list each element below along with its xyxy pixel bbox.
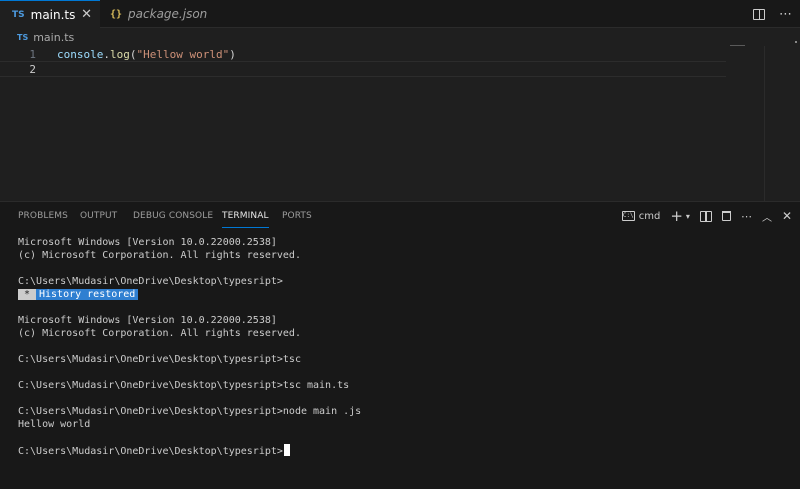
editor-scrollbar[interactable] (764, 46, 765, 201)
terminal-line: (c) Microsoft Corporation. All rights re… (18, 328, 301, 339)
tab-terminal[interactable]: TERMINAL (222, 202, 269, 230)
panel-actions: C:\ cmd + ▾ ⋯ ︿ ✕ (621, 202, 792, 230)
editor-actions: ⋯ (753, 0, 792, 28)
split-icon[interactable] (699, 210, 712, 222)
minimap[interactable] (730, 45, 745, 46)
code-line-current: 2 (0, 61, 726, 77)
terminal-line: C:\Users\Mudasir\OneDrive\Desktop\typesr… (18, 276, 283, 287)
history-restored-badge: * History restored (18, 289, 139, 300)
tab-package-json[interactable]: {} package.json (100, 0, 210, 28)
terminal-line: Hellow world (18, 419, 91, 430)
terminal-line: C:\Users\Mudasir\OneDrive\Desktop\typesr… (18, 380, 350, 391)
trash-icon[interactable] (721, 211, 731, 221)
terminal-output[interactable]: Microsoft Windows [Version 10.0.22000.25… (18, 236, 788, 486)
split-editor-icon[interactable] (753, 8, 765, 20)
typescript-file-icon: TS (17, 32, 29, 42)
code-text: console.log("Hellow world") (57, 48, 236, 61)
line-number: 1 (29, 47, 36, 61)
restored-star: * (18, 289, 36, 300)
terminal-line: Microsoft Windows [Version 10.0.22000.25… (18, 237, 277, 248)
editor-tab-bar: TS main.ts ✕ {} package.json ⋯ (0, 0, 800, 28)
terminal-icon[interactable]: C:\ (621, 211, 635, 221)
terminal-cursor (283, 444, 290, 456)
ellipsis-icon[interactable]: ⋯ (779, 7, 792, 22)
chevron-down-icon[interactable]: ▾ (686, 212, 690, 221)
close-icon[interactable]: ✕ (81, 7, 92, 22)
terminal-line: (c) Microsoft Corporation. All rights re… (18, 250, 301, 261)
terminal-prompt: C:\Users\Mudasir\OneDrive\Desktop\typesr… (18, 446, 283, 457)
code-token-paren-close: ) (229, 47, 236, 61)
tab-main-ts[interactable]: TS main.ts ✕ (0, 0, 100, 28)
tab-label: package.json (128, 7, 208, 21)
tab-label: main.ts (30, 7, 76, 22)
terminal-prompt-line: C:\Users\Mudasir\OneDrive\Desktop\typesr… (18, 444, 290, 457)
terminal-line: C:\Users\Mudasir\OneDrive\Desktop\typesr… (18, 406, 362, 417)
close-icon[interactable]: ✕ (782, 209, 792, 223)
json-file-icon: {} (110, 8, 123, 20)
code-editor[interactable]: 1 console.log("Hellow world") 2 (0, 45, 800, 201)
code-token-object: console (57, 47, 104, 61)
tab-ports[interactable]: PORTS (282, 202, 312, 230)
terminal-line: C:\Users\Mudasir\OneDrive\Desktop\typesr… (18, 354, 301, 365)
terminal-line: Microsoft Windows [Version 10.0.22000.25… (18, 315, 277, 326)
tab-debug-console[interactable]: DEBUG CONSOLE (133, 202, 213, 230)
code-line: 1 console.log("Hellow world") (0, 45, 745, 62)
breadcrumb-file[interactable]: main.ts (33, 31, 74, 44)
code-token-dot: . (103, 47, 110, 61)
restored-message: History restored (36, 289, 139, 300)
tab-output[interactable]: OUTPUT (80, 202, 117, 230)
ellipsis-icon[interactable]: ⋯ (741, 210, 752, 223)
breadcrumb: TS main.ts (0, 28, 800, 46)
scroll-indicator (795, 41, 797, 43)
code-token-string: "Hellow world" (136, 47, 230, 61)
chevron-up-icon[interactable]: ︿ (762, 209, 772, 224)
tab-problems[interactable]: PROBLEMS (18, 202, 68, 230)
code-token-function: log (109, 47, 130, 61)
shell-label[interactable]: cmd (639, 211, 661, 222)
plus-icon[interactable]: + (670, 207, 683, 225)
line-number: 2 (29, 62, 36, 76)
typescript-file-icon: TS (12, 9, 25, 20)
bottom-panel: PROBLEMS OUTPUT DEBUG CONSOLE TERMINAL P… (0, 201, 800, 489)
